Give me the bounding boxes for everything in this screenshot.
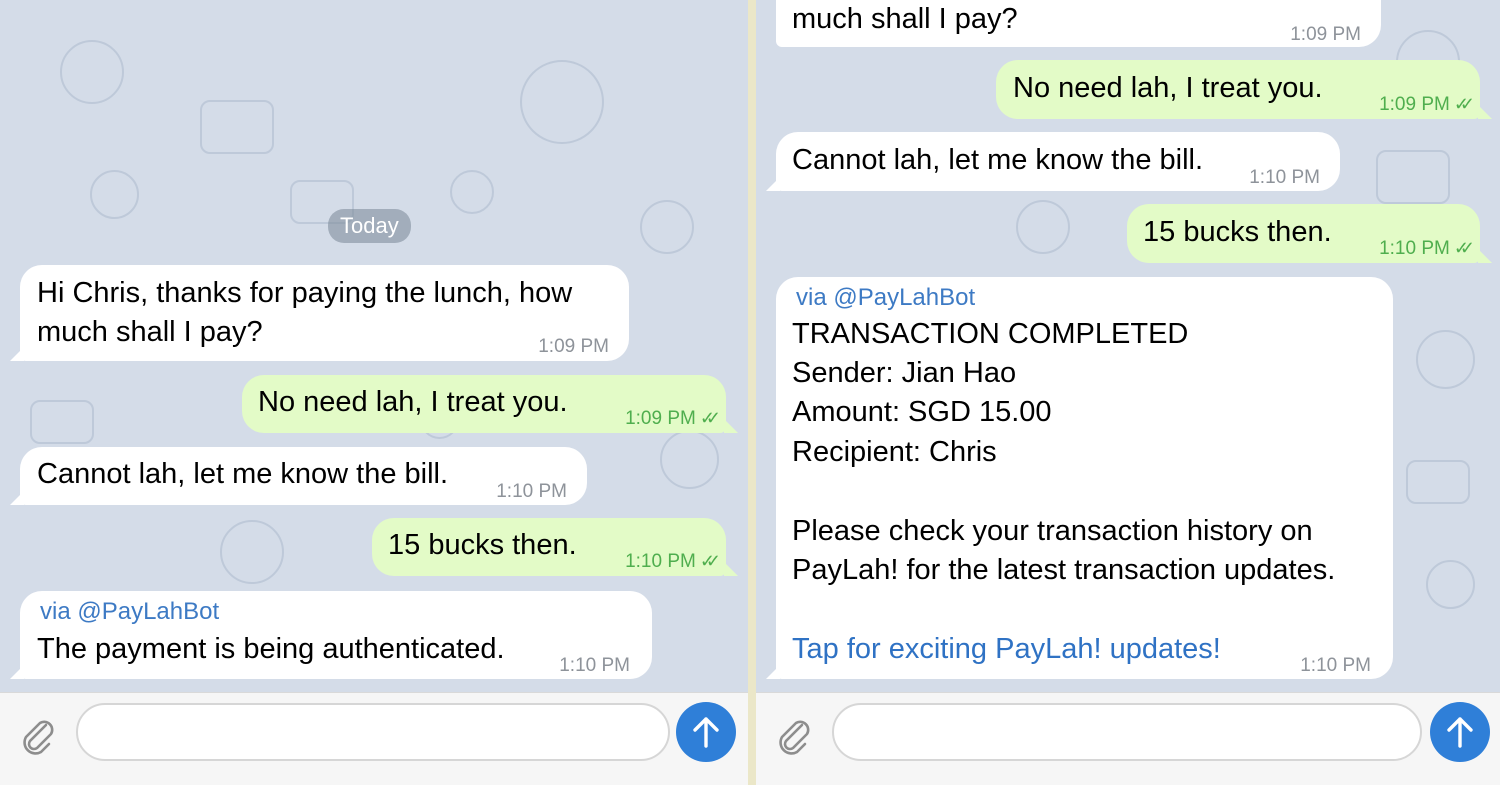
message-time: 1:10 PM [559, 655, 630, 676]
incoming-message[interactable]: via @PayLahBot TRANSACTION COMPLETED Sen… [776, 277, 1393, 679]
paperclip-icon[interactable] [772, 713, 816, 757]
message-time: 1:10 PM ✓✓ [625, 542, 721, 581]
composer-bar [0, 692, 748, 785]
message-time: 1:09 PM [538, 336, 609, 357]
panel-divider [748, 0, 756, 785]
read-checks-icon: ✓✓ [699, 551, 721, 571]
message-text: Hi Chris, thanks for paying the lunch, h… [37, 277, 573, 309]
incoming-message[interactable]: much shall I pay? 1:09 PM [776, 0, 1381, 47]
message-time: 1:10 PM [1249, 167, 1320, 188]
time-label: 1:09 PM [1379, 94, 1450, 115]
bubble-tail [1478, 249, 1492, 263]
via-bot-label[interactable]: via @PayLahBot [796, 283, 975, 313]
arrow-up-icon [1447, 717, 1473, 748]
message-text: Recipient: Chris [792, 436, 997, 468]
message-time: 1:10 PM ✓✓ [1379, 229, 1475, 268]
message-time: 1:09 PM ✓✓ [1379, 85, 1475, 124]
outgoing-message[interactable]: 15 bucks then. 1:10 PM ✓✓ [1127, 204, 1480, 263]
message-text: Sender: Jian Hao [792, 357, 1017, 389]
bubble-tail [10, 491, 24, 505]
outgoing-message[interactable]: No need lah, I treat you. 1:09 PM ✓✓ [996, 60, 1480, 119]
time-label: 1:10 PM [1379, 238, 1450, 259]
chat-panel-left: Today Hi Chris, thanks for paying the lu… [0, 0, 748, 785]
chat-panel-right: much shall I pay? 1:09 PM No need lah, I… [756, 0, 1500, 785]
message-text: PayLah! for the latest transaction updat… [792, 554, 1336, 586]
message-text: No need lah, I treat you. [258, 386, 568, 418]
message-time: 1:09 PM ✓✓ [625, 399, 721, 438]
bubble-tail [766, 177, 780, 191]
paylah-updates-link[interactable]: Tap for exciting PayLah! updates! [792, 630, 1221, 669]
message-text: Amount: SGD 15.00 [792, 396, 1052, 428]
message-text: 15 bucks then. [388, 529, 577, 561]
bubble-tail [724, 562, 738, 576]
bubble-tail [10, 665, 24, 679]
message-time: 1:09 PM [1290, 24, 1361, 45]
message-text: TRANSACTION COMPLETED [792, 318, 1189, 350]
message-text: Cannot lah, let me know the bill. [792, 144, 1204, 176]
message-input[interactable] [832, 703, 1422, 761]
composer-bar [756, 692, 1500, 785]
incoming-message[interactable]: Cannot lah, let me know the bill. 1:10 P… [776, 132, 1340, 191]
message-text: Please check your transaction history on [792, 515, 1313, 547]
incoming-message[interactable]: Hi Chris, thanks for paying the lunch, h… [20, 265, 629, 361]
message-text: The payment is being authenticated. [37, 633, 505, 665]
read-checks-icon: ✓✓ [1453, 94, 1475, 114]
send-button[interactable] [1430, 702, 1490, 762]
bubble-tail [766, 665, 780, 679]
send-button[interactable] [676, 702, 736, 762]
message-text: No need lah, I treat you. [1013, 72, 1323, 104]
bubble-tail [724, 419, 738, 433]
message-time: 1:10 PM [1300, 655, 1371, 676]
message-input[interactable] [76, 703, 670, 761]
bubble-tail [1478, 105, 1492, 119]
message-text: much shall I pay? [37, 316, 263, 348]
date-separator: Today [328, 209, 411, 243]
outgoing-message[interactable]: 15 bucks then. 1:10 PM ✓✓ [372, 518, 726, 576]
message-text: much shall I pay? [792, 3, 1018, 35]
time-label: 1:10 PM [625, 551, 696, 572]
time-label: 1:09 PM [625, 408, 696, 429]
incoming-message[interactable]: Cannot lah, let me know the bill. 1:10 P… [20, 447, 587, 505]
read-checks-icon: ✓✓ [699, 408, 721, 428]
paperclip-icon[interactable] [16, 713, 60, 757]
arrow-up-icon [693, 717, 719, 748]
outgoing-message[interactable]: No need lah, I treat you. 1:09 PM ✓✓ [242, 375, 726, 433]
read-checks-icon: ✓✓ [1453, 238, 1475, 258]
incoming-message[interactable]: via @PayLahBot The payment is being auth… [20, 591, 652, 679]
bubble-tail [10, 347, 24, 361]
via-bot-label[interactable]: via @PayLahBot [40, 597, 219, 627]
message-time: 1:10 PM [496, 481, 567, 502]
message-text: Cannot lah, let me know the bill. [37, 458, 449, 490]
message-text: 15 bucks then. [1143, 216, 1332, 248]
